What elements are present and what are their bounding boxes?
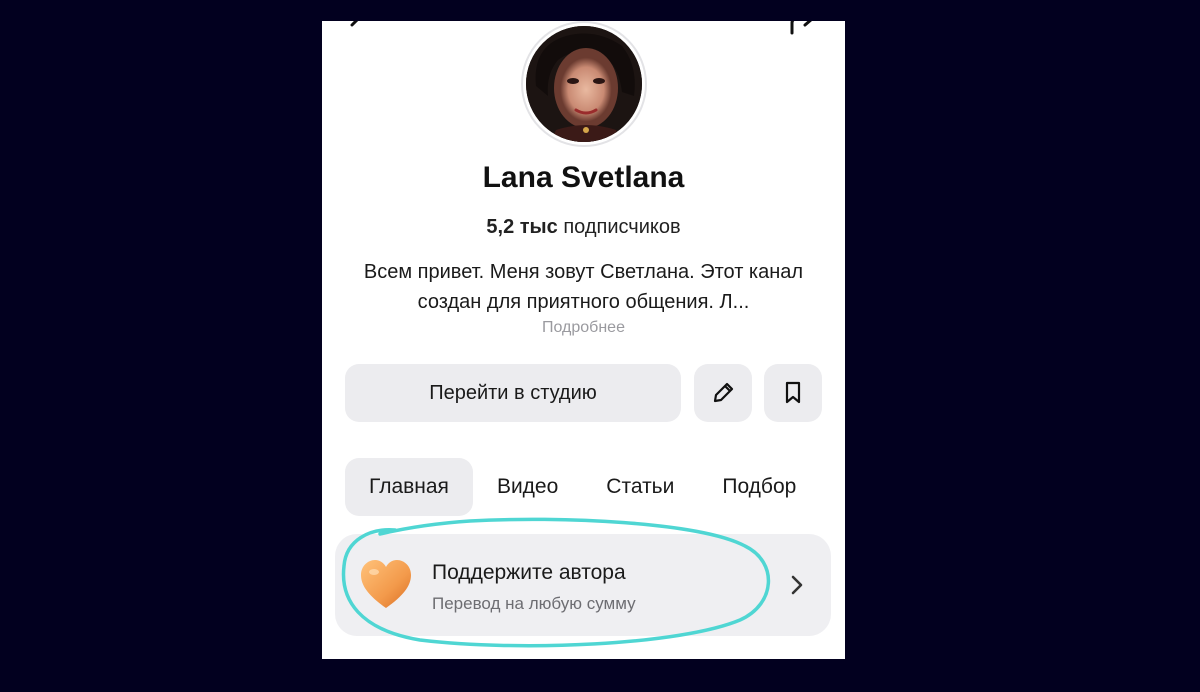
pencil-icon xyxy=(713,382,734,403)
edit-button[interactable] xyxy=(694,364,752,422)
avatar-photo xyxy=(526,26,642,142)
tab-main[interactable]: Главная xyxy=(345,458,473,516)
subscriber-count-label: подписчиков xyxy=(563,216,681,238)
back-arrow-icon[interactable] xyxy=(344,21,370,37)
bookmark-button[interactable] xyxy=(764,364,822,422)
go-to-studio-button[interactable]: Перейти в студию xyxy=(345,364,681,422)
chevron-right-icon xyxy=(791,575,803,595)
support-subtitle: Перевод на любую сумму xyxy=(432,594,636,613)
tab-articles[interactable]: Статьи xyxy=(582,458,698,516)
channel-name: Lana Svetlana xyxy=(482,161,685,194)
support-author-card[interactable]: Поддержите автора Перевод на любую сумму xyxy=(335,534,831,636)
tab-collections[interactable]: Подбор xyxy=(698,458,820,516)
subscriber-count: 5,2 тыс подписчиков xyxy=(322,216,845,239)
channel-tabs: Главная Видео Статьи Подбор xyxy=(345,458,820,516)
support-title: Поддержите автора xyxy=(432,561,626,584)
avatar[interactable] xyxy=(521,21,647,147)
tab-video[interactable]: Видео xyxy=(473,458,582,516)
heart-icon xyxy=(361,560,411,608)
bookmark-icon xyxy=(785,381,801,404)
channel-description: Всем привет. Меня зовут Светлана. Этот к… xyxy=(363,261,804,313)
channel-profile-screen: Lana Svetlana 5,2 тыс подписчиков Всем п… xyxy=(322,21,845,659)
more-link[interactable]: Подробнее xyxy=(322,319,845,337)
subscriber-count-value: 5,2 тыс xyxy=(486,216,558,238)
share-icon[interactable] xyxy=(788,21,822,37)
